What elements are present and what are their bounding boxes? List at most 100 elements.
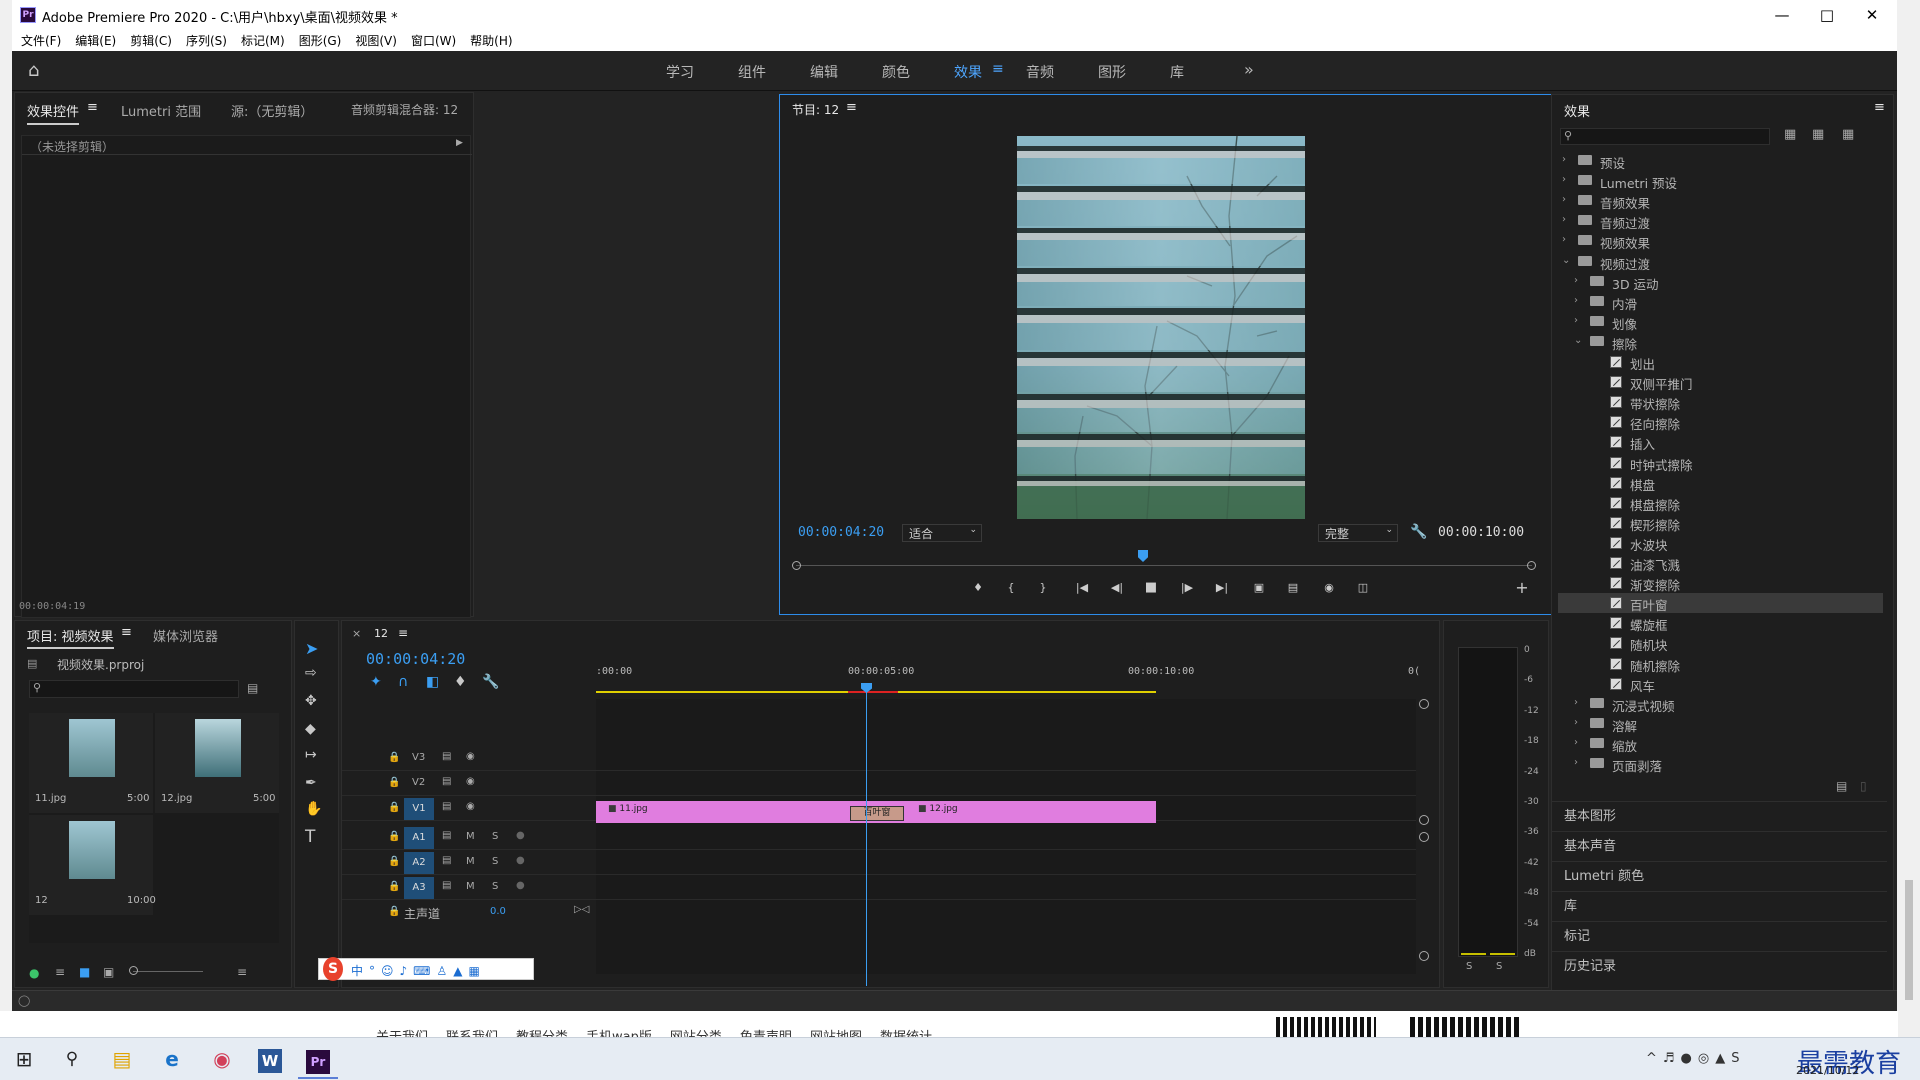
- project-search-input[interactable]: ⚲: [29, 680, 239, 698]
- effects-tree-item[interactable]: 百叶窗: [1558, 593, 1883, 614]
- chevron-right-icon[interactable]: ›: [1562, 154, 1566, 165]
- effects-tree-item[interactable]: 时钟式擦除: [1558, 453, 1883, 473]
- ime-toolbar[interactable]: S 中°☺♪⌨♙▲▦: [318, 957, 534, 981]
- compare-view-button[interactable]: ◫: [1350, 578, 1376, 598]
- track-label[interactable]: A2: [404, 852, 434, 874]
- menu-edit[interactable]: 编辑(E): [75, 31, 116, 51]
- project-item[interactable]: 12 10:00: [29, 815, 156, 915]
- chevron-right-icon[interactable]: ›: [1562, 214, 1566, 225]
- effects-tree-item[interactable]: › 沉浸式视频: [1558, 694, 1883, 714]
- solo-left-button[interactable]: S: [1466, 961, 1472, 972]
- microphone-icon[interactable]: ●: [516, 880, 525, 891]
- film-icon[interactable]: ▤: [442, 801, 451, 812]
- lift-button[interactable]: ▣: [1246, 578, 1272, 598]
- chevron-right-icon[interactable]: ›: [1574, 295, 1578, 306]
- razor-tool-icon[interactable]: ◆: [305, 721, 316, 737]
- effects-tree-item[interactable]: › 3D 运动: [1558, 272, 1883, 292]
- more-workspaces-icon[interactable]: »: [1244, 60, 1254, 79]
- scrub-end-handle[interactable]: [1527, 561, 1536, 570]
- effects-tree-item[interactable]: › 划像: [1558, 312, 1883, 332]
- lock-icon[interactable]: ●: [29, 966, 39, 980]
- effects-tree-item[interactable]: 水波块: [1558, 533, 1883, 553]
- lock-icon[interactable]: 🔒: [388, 752, 400, 763]
- zoom-slider[interactable]: [133, 971, 203, 972]
- video-frame[interactable]: [1017, 136, 1305, 519]
- tab-effect-controls[interactable]: 效果控件: [27, 101, 80, 125]
- close-button[interactable]: ✕: [1852, 3, 1892, 27]
- sync-lock-icon[interactable]: ▤: [442, 830, 451, 841]
- tab-project[interactable]: 项目: 视频效果: [27, 626, 114, 649]
- section-essential-sound[interactable]: 基本声音: [1552, 831, 1887, 861]
- go-to-in-button[interactable]: |◀: [1069, 578, 1095, 598]
- effects-tree-item[interactable]: 径向擦除: [1558, 412, 1883, 432]
- film-icon[interactable]: ▤: [442, 751, 451, 762]
- section-lumetri-color[interactable]: Lumetri 颜色: [1552, 861, 1887, 891]
- track-label[interactable]: A3: [404, 877, 434, 899]
- delete-icon[interactable]: ▯: [1860, 779, 1867, 793]
- go-to-end-icon[interactable]: ▷◁: [574, 904, 589, 915]
- effects-tree-item[interactable]: 随机擦除: [1558, 654, 1883, 674]
- workspace-libraries[interactable]: 库: [1170, 62, 1184, 82]
- effects-title[interactable]: 效果: [1564, 101, 1590, 120]
- 32bit-effects-icon[interactable]: ▦: [1812, 127, 1824, 142]
- chevron-right-icon[interactable]: ›: [1574, 315, 1578, 326]
- vertical-scroll-handle[interactable]: [1419, 832, 1429, 842]
- effects-tree-item[interactable]: › 视频效果: [1558, 231, 1883, 251]
- chevron-right-icon[interactable]: ›: [1574, 275, 1578, 286]
- project-menu-icon[interactable]: ≡: [121, 625, 132, 640]
- search-icon[interactable]: ⚲: [52, 1039, 92, 1079]
- extract-button[interactable]: ▤: [1280, 578, 1306, 598]
- ripple-edit-tool-icon[interactable]: ✥: [305, 693, 317, 709]
- ime-tools-icons[interactable]: 中°☺♪⌨♙▲▦: [351, 962, 486, 979]
- chevron-down-icon[interactable]: ⌄: [1574, 335, 1582, 346]
- close-sequence-icon[interactable]: ×: [352, 627, 361, 640]
- program-title[interactable]: 节目: 12: [792, 101, 839, 118]
- track-label[interactable]: V1: [404, 798, 434, 820]
- mark-in-button[interactable]: {: [998, 578, 1024, 598]
- slip-tool-icon[interactable]: ↦: [305, 747, 317, 763]
- lock-icon[interactable]: 🔒: [388, 802, 400, 813]
- scrub-start-handle[interactable]: [792, 561, 801, 570]
- file-explorer-icon[interactable]: ▤: [102, 1039, 142, 1079]
- workspace-color[interactable]: 颜色: [882, 62, 910, 82]
- menu-marker[interactable]: 标记(M): [241, 31, 285, 51]
- section-libraries[interactable]: 库: [1552, 891, 1887, 921]
- fit-dropdown[interactable]: 适合 ⌄: [902, 524, 982, 542]
- track-label[interactable]: A1: [404, 827, 434, 849]
- chevron-right-icon[interactable]: ›: [1574, 717, 1578, 728]
- solo-button[interactable]: S: [492, 831, 498, 842]
- tab-media-browser[interactable]: 媒体浏览器: [153, 626, 218, 645]
- chevron-right-icon[interactable]: ›: [1574, 757, 1578, 768]
- effects-tree-item[interactable]: › Lumetri 预设: [1558, 171, 1883, 191]
- lock-icon[interactable]: 🔒: [388, 831, 400, 842]
- nest-icon[interactable]: ✦: [370, 674, 382, 690]
- snap-icon[interactable]: ∩: [398, 674, 408, 690]
- windows-start-icon[interactable]: ⊞: [4, 1039, 44, 1079]
- timeline-timecode[interactable]: 00:00:04:20: [366, 650, 465, 668]
- pen-tool-icon[interactable]: ✒: [305, 775, 317, 791]
- effects-tree-item[interactable]: 楔形擦除: [1558, 513, 1883, 533]
- premiere-taskbar-icon[interactable]: Pr: [298, 1039, 338, 1079]
- home-icon[interactable]: ⌂: [28, 60, 39, 81]
- stop-button[interactable]: ■: [1138, 578, 1164, 598]
- step-back-button[interactable]: ◀|: [1104, 578, 1130, 598]
- workspace-learn[interactable]: 学习: [666, 62, 694, 82]
- freeform-view-icon[interactable]: ▣: [103, 965, 114, 979]
- program-current-timecode[interactable]: 00:00:04:20: [798, 525, 884, 540]
- word-icon[interactable]: W: [250, 1039, 290, 1079]
- film-icon[interactable]: ▤: [442, 776, 451, 787]
- effects-tree-item[interactable]: › 预设: [1558, 151, 1883, 171]
- chevron-right-icon[interactable]: ›: [1574, 737, 1578, 748]
- panel-menu-icon[interactable]: ≡: [87, 100, 98, 115]
- timeline-menu-icon[interactable]: ≡: [398, 626, 408, 640]
- mute-button[interactable]: M: [466, 856, 475, 867]
- microphone-icon[interactable]: ●: [516, 830, 525, 841]
- linked-selection-icon[interactable]: ◧: [426, 674, 439, 690]
- time-ruler[interactable]: :00:00 00:00:05:00 00:00:10:00 0(: [596, 661, 1436, 699]
- minimize-button[interactable]: —: [1762, 3, 1802, 27]
- go-to-out-button[interactable]: ▶|: [1209, 578, 1235, 598]
- edge-icon[interactable]: e: [152, 1039, 192, 1079]
- effects-tree-item[interactable]: 棋盘: [1558, 473, 1883, 493]
- effects-tree-item[interactable]: › 缩放: [1558, 734, 1883, 754]
- menu-sequence[interactable]: 序列(S): [186, 31, 227, 51]
